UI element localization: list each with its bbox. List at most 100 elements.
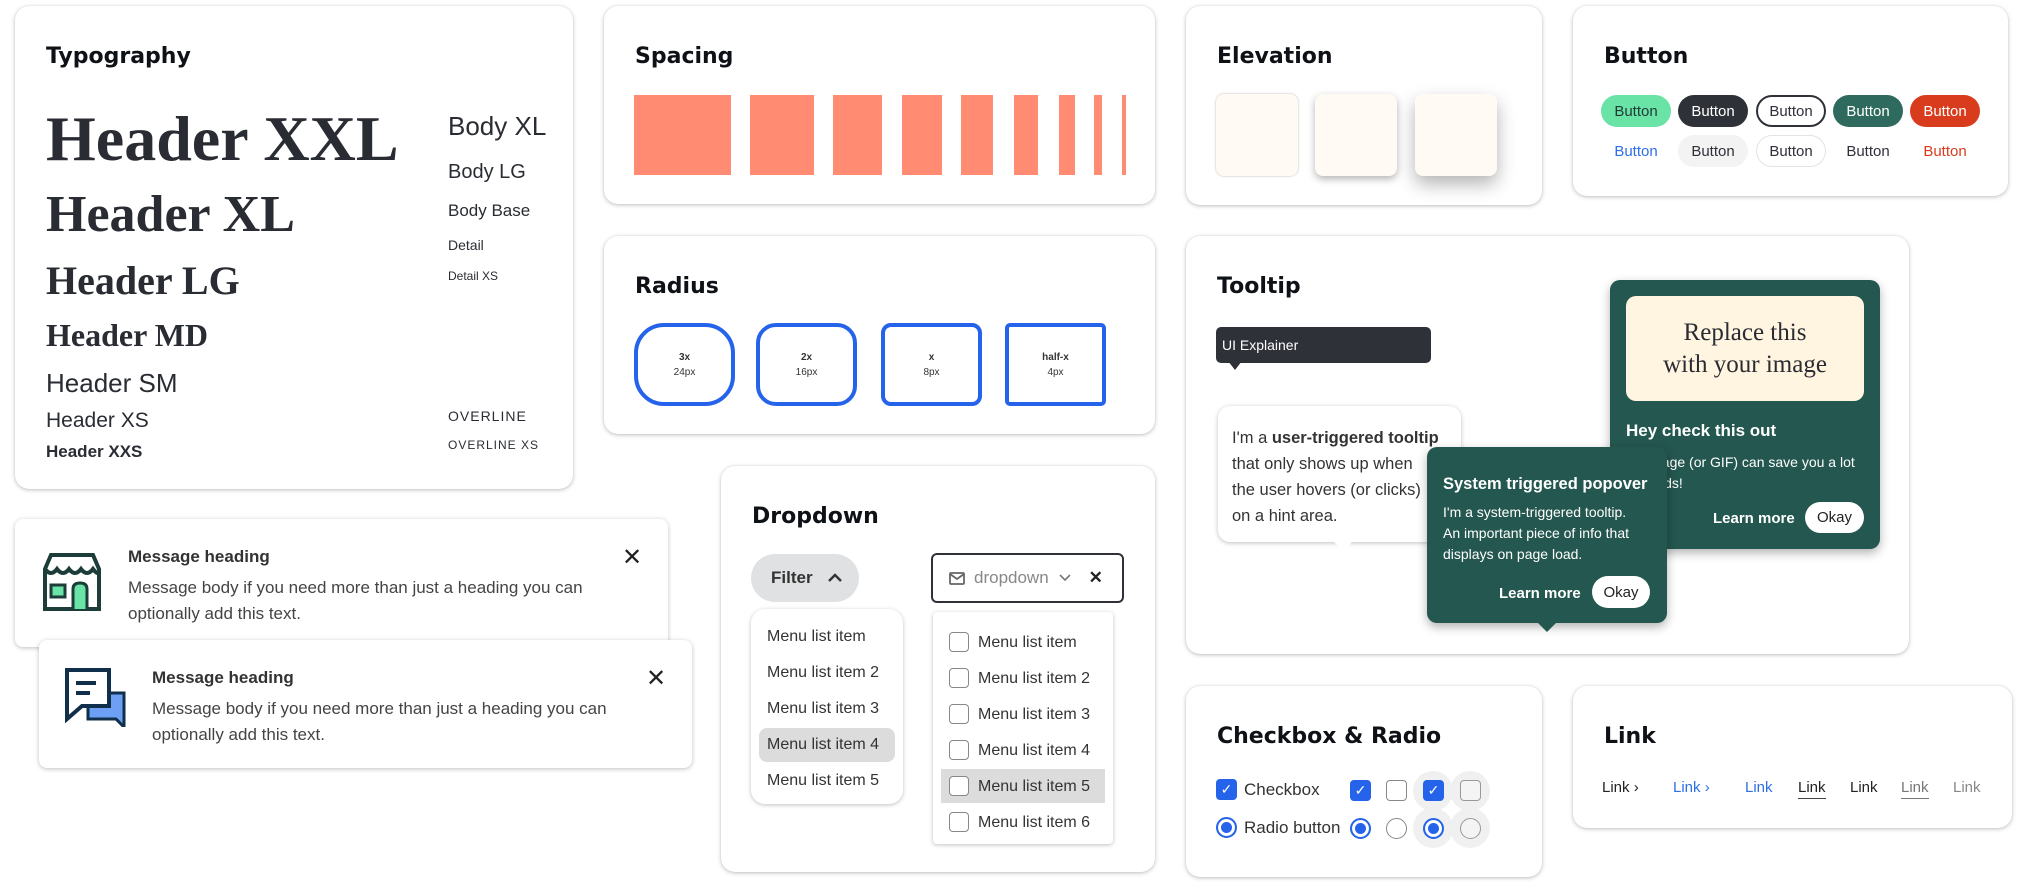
menu-list-item[interactable]: Menu list item 2 <box>978 670 1090 688</box>
blue-text-button[interactable]: Button <box>1601 135 1671 167</box>
filter-menu: Menu list item Menu list item 2 Menu list … <box>751 609 903 804</box>
radius-name: 2x <box>800 351 813 363</box>
primary-green-button[interactable]: Button <box>1601 95 1671 127</box>
checkbox-checked-focused[interactable]: ✓ <box>1423 780 1444 801</box>
radius-sample-half-x: half-x 4px <box>1005 323 1106 406</box>
overline-xs: OVERLINE XS <box>448 438 540 452</box>
clear-icon[interactable]: ✕ <box>1089 568 1103 588</box>
link-blue[interactable]: Link <box>1745 779 1773 796</box>
elevation-sample-high <box>1415 94 1497 176</box>
body-lg: Body LG <box>448 161 526 183</box>
radio-selected[interactable] <box>1350 818 1371 839</box>
radio-selected[interactable] <box>1216 817 1237 838</box>
link-with-chevron[interactable]: Link › <box>1602 779 1639 796</box>
spacing-bar <box>833 95 882 175</box>
link-dark[interactable]: Link <box>1850 779 1878 796</box>
tooltip-arrow <box>1334 542 1352 551</box>
placeholder-line: with your image <box>1663 350 1827 378</box>
close-icon[interactable]: ✕ <box>622 543 642 572</box>
light-outline-button[interactable]: Button <box>1756 135 1826 167</box>
spacing-bar <box>634 95 731 175</box>
filter-button[interactable]: Filter <box>751 554 859 602</box>
teal-button[interactable]: Button <box>1833 95 1903 127</box>
checkbox-unchecked-focused[interactable] <box>1460 780 1481 801</box>
dropdown-placeholder: dropdown <box>974 568 1049 587</box>
radius-sample-2x: 2x 16px <box>756 323 857 406</box>
card-title: Dropdown <box>752 504 879 529</box>
filter-label: Filter <box>771 568 813 587</box>
card-title: Elevation <box>1217 44 1333 69</box>
card-title: Link <box>1604 724 1656 749</box>
radio-unselected-focused[interactable] <box>1460 818 1481 839</box>
outline-button[interactable]: Button <box>1756 95 1826 127</box>
message-card: Message heading Message body if you need… <box>39 640 692 768</box>
gray-button[interactable]: Button <box>1678 135 1748 167</box>
learn-more-link[interactable]: Learn more <box>1713 510 1795 527</box>
chevron-up-icon <box>827 573 842 582</box>
checkbox-checked[interactable]: ✓ <box>1350 780 1371 801</box>
header-sm: Header SM <box>46 368 178 398</box>
dark-button[interactable]: Button <box>1678 95 1748 127</box>
image-placeholder: Replace this with your image <box>1626 296 1864 401</box>
menu-list-item[interactable]: Menu list item 5 <box>978 778 1090 796</box>
menu-list-item[interactable]: Menu list item 4 <box>978 742 1090 760</box>
spacing-bar <box>1094 95 1102 175</box>
okay-button[interactable]: Okay <box>1592 576 1650 608</box>
menu-item-checkbox[interactable] <box>949 812 969 832</box>
okay-button[interactable]: Okay <box>1805 502 1864 533</box>
radius-name: 3x <box>678 351 691 363</box>
menu-item-checkbox[interactable] <box>949 704 969 724</box>
menu-list-item[interactable]: Menu list item 6 <box>978 814 1090 832</box>
menu-item-checkbox[interactable] <box>949 632 969 652</box>
body-xl: Body XL <box>448 111 547 141</box>
close-icon[interactable]: ✕ <box>646 664 666 693</box>
menu-item-checkbox[interactable] <box>949 740 969 760</box>
menu-list-item[interactable]: Menu list item <box>767 628 866 646</box>
spacing-card: Spacing <box>604 6 1155 204</box>
elevation-card: Elevation <box>1186 6 1542 205</box>
typography-card: Typography Header XXL Header XL Header L… <box>15 6 573 489</box>
menu-list-item[interactable]: Menu list item 3 <box>767 700 879 718</box>
menu-list-item[interactable]: Menu list item 2 <box>767 664 879 682</box>
checkbox-unchecked[interactable] <box>1386 780 1407 801</box>
card-title: Typography <box>46 44 191 69</box>
danger-button[interactable]: Button <box>1910 95 1980 127</box>
link-blue-with-chevron[interactable]: Link › <box>1673 779 1710 796</box>
chat-bubbles-icon <box>65 668 126 727</box>
menu-item-checkbox[interactable] <box>949 776 969 796</box>
card-title: Radius <box>635 274 719 299</box>
link-card: Link Link › Link › Link Link Link Link L… <box>1573 686 2012 828</box>
system-popover: System triggered popover I'm a system-tr… <box>1427 447 1667 632</box>
card-title: Spacing <box>635 44 734 69</box>
checkbox-checked[interactable]: ✓ <box>1216 779 1237 800</box>
menu-item-checkbox[interactable] <box>949 668 969 688</box>
chevron-right-icon: › <box>1704 779 1710 796</box>
header-xs: Header XS <box>46 409 149 432</box>
dropdown-select[interactable]: dropdown ✕ <box>931 553 1124 603</box>
checkbox-menu: Menu list item Menu list item 2 Menu list … <box>933 612 1113 844</box>
link-underlined[interactable]: Link <box>1798 779 1826 799</box>
tooltip-line: I'm a user-triggered tooltip <box>1232 429 1439 447</box>
dropdown-card: Dropdown Filter Menu list item Menu list … <box>721 466 1155 872</box>
menu-list-item[interactable]: Menu list item 4 <box>767 736 879 754</box>
popover-heading: System triggered popover <box>1443 475 1648 493</box>
menu-list-item[interactable]: Menu list item 3 <box>978 706 1090 724</box>
radius-sample-x: x 8px <box>881 323 982 406</box>
text-button[interactable]: Button <box>1833 135 1903 167</box>
radius-value: 8px <box>923 366 940 378</box>
link-gray-underlined[interactable]: Link <box>1901 779 1929 799</box>
popover-arrow <box>1538 623 1556 632</box>
radio-unselected[interactable] <box>1386 818 1407 839</box>
user-triggered-tooltip: I'm a user-triggered tooltip that only s… <box>1218 406 1461 551</box>
detail-xs: Detail XS <box>448 269 499 283</box>
link-gray[interactable]: Link <box>1953 779 1981 796</box>
detail: Detail <box>448 237 484 253</box>
red-text-button[interactable]: Button <box>1910 135 1980 167</box>
menu-list-item[interactable]: Menu list item 5 <box>767 772 879 790</box>
overline: OVERLINE <box>448 408 527 424</box>
learn-more-link[interactable]: Learn more <box>1499 585 1581 602</box>
card-title: Button <box>1604 44 1689 69</box>
tooltip-text: UI Explainer <box>1222 337 1299 353</box>
radio-selected-focused[interactable] <box>1423 818 1444 839</box>
menu-list-item[interactable]: Menu list item <box>978 634 1077 652</box>
